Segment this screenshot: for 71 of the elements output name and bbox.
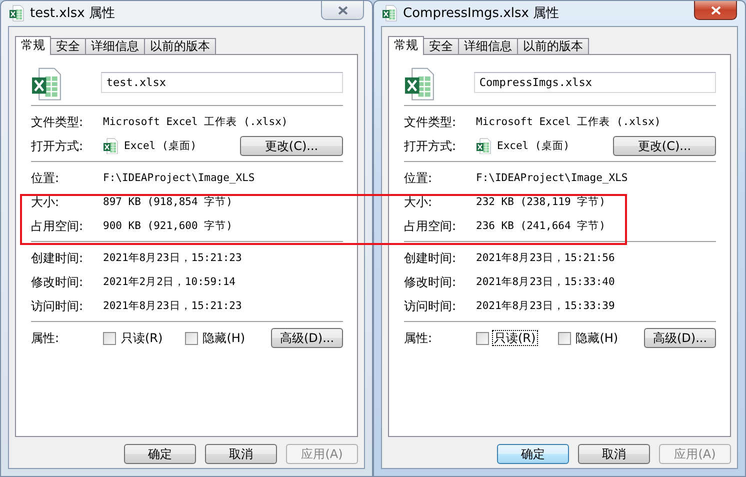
advanced-button[interactable]: 高级(D)... [271, 328, 343, 348]
field-label: 大小: [404, 195, 434, 209]
change-button[interactable]: 更改(C)... [613, 136, 716, 156]
field-value: 2021年8月23日，15:21:23 [103, 251, 242, 265]
tab[interactable]: 详细信息 [85, 38, 145, 54]
field-value: F:\IDEAProject\Image_XLS [103, 171, 255, 185]
field-label: 创建时间: [404, 251, 458, 265]
tab[interactable]: 安全 [50, 38, 86, 54]
spreadsheet-icon [404, 67, 434, 102]
checkbox[interactable] [184, 332, 198, 344]
field-label: 访问时间: [31, 299, 84, 313]
filename-field[interactable]: CompressImgs.xlsx [474, 72, 716, 93]
field-value: Microsoft Excel 工作表 (.xlsx) [103, 115, 288, 129]
tab[interactable]: 以前的版本 [517, 38, 589, 54]
field-value: F:\IDEAProject\Image_XLS [476, 171, 628, 185]
change-button[interactable]: 更改(C)... [240, 136, 343, 156]
dialog-button[interactable]: 取消 [205, 444, 277, 464]
tab[interactable]: 常规 [388, 36, 424, 55]
field-value: 2021年8月23日，15:21:56 [476, 251, 615, 265]
field-value: 897 KB (918,854 字节) [103, 195, 232, 209]
window-title: test.xlsx 属性 [30, 4, 116, 23]
field-label: 位置: [404, 171, 434, 185]
app-name: Excel (桌面) [124, 139, 197, 153]
field-label: 占用空间: [404, 219, 458, 233]
app-name: Excel (桌面) [497, 139, 570, 153]
field-label: 文件类型: [404, 115, 458, 129]
advanced-button[interactable]: 高级(D)... [644, 328, 716, 348]
close-button[interactable] [694, 1, 737, 20]
checkbox[interactable] [476, 332, 489, 344]
checkbox-label[interactable]: 隐藏(H) [574, 330, 620, 346]
field-label: 大小: [31, 195, 60, 209]
field-value: 2021年8月23日，15:21:23 [103, 299, 242, 313]
field-label: 修改时间: [31, 275, 84, 289]
field-value: 2021年8月23日，15:33:39 [476, 299, 615, 313]
dialog-button[interactable]: 取消 [578, 444, 650, 464]
spreadsheet-icon [9, 5, 24, 22]
field-value: 2021年8月23日，15:33:40 [476, 275, 615, 289]
spreadsheet-icon [103, 138, 118, 154]
field-value: 232 KB (238,119 字节) [476, 195, 606, 209]
tab[interactable]: 常规 [15, 36, 51, 55]
field-label: 修改时间: [404, 275, 458, 289]
field-label: 占用空间: [31, 219, 84, 233]
tab[interactable]: 详细信息 [458, 38, 518, 54]
checkbox-label[interactable]: 只读(R) [492, 330, 538, 346]
tab[interactable]: 以前的版本 [144, 38, 216, 54]
field-label: 文件类型: [31, 115, 84, 129]
close-icon [710, 6, 720, 14]
field-label: 位置: [31, 171, 60, 185]
checkbox-label[interactable]: 隐藏(H) [200, 330, 248, 346]
window-title: CompressImgs.xlsx 属性 [403, 4, 560, 23]
checkbox[interactable] [103, 332, 116, 344]
spreadsheet-icon [31, 67, 62, 102]
spreadsheet-icon [382, 5, 397, 22]
field-value: 900 KB (921,600 字节) [103, 219, 232, 233]
filename-field[interactable]: test.xlsx [101, 72, 343, 93]
field-label: 属性: [31, 331, 60, 345]
field-label: 访问时间: [404, 299, 458, 313]
field-label: 打开方式: [404, 139, 458, 153]
checkbox[interactable] [558, 332, 571, 344]
field-label: 打开方式: [31, 139, 84, 153]
close-icon [338, 6, 348, 14]
tab[interactable]: 安全 [423, 38, 459, 54]
dialog-button[interactable]: 确定 [124, 444, 196, 464]
field-label: 属性: [404, 331, 434, 345]
field-value: 236 KB (241,664 字节) [476, 219, 606, 233]
dialog-button[interactable]: 确定 [497, 444, 569, 464]
field-label: 创建时间: [31, 251, 84, 265]
checkbox-label[interactable]: 只读(R) [119, 330, 165, 346]
field-value: 2021年2月2日，10:59:14 [103, 275, 236, 289]
field-value: Microsoft Excel 工作表 (.xlsx) [476, 115, 661, 129]
spreadsheet-icon [476, 138, 491, 154]
